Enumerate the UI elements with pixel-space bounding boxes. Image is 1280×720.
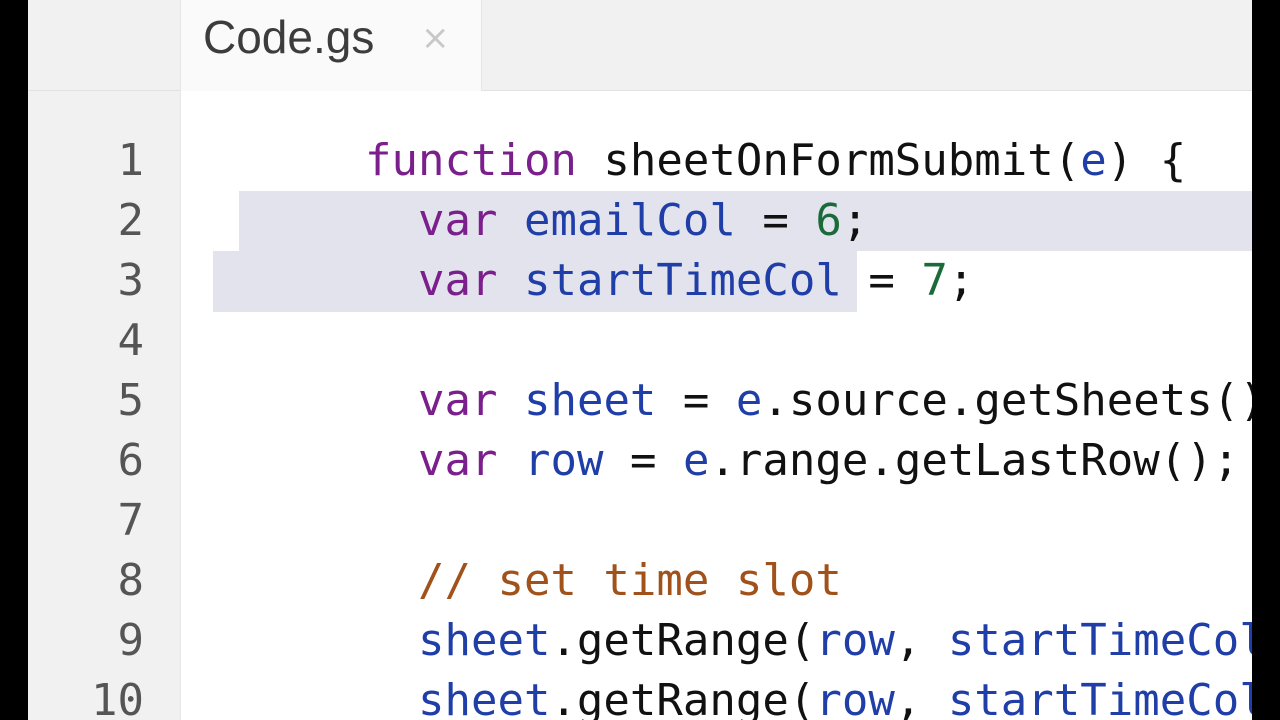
- code-token: .getRange(: [550, 615, 816, 666]
- identifier-token: e: [735, 375, 763, 426]
- code-line: var startTimeCol = 7;: [365, 251, 974, 311]
- code-line: sheet.getRange(row, startTimeCol).s: [365, 611, 1252, 671]
- code-token: sheetOnFormSubmit(: [576, 135, 1081, 186]
- code-token: =: [841, 255, 922, 306]
- code-line: var sheet = e.source.getSheets()[0]: [365, 371, 1252, 431]
- line-number: 8: [117, 555, 145, 606]
- identifier-token: startTimeCol: [523, 255, 842, 306]
- line-number-gutter: 1 2 3 4 5 6 7 8 9 10: [28, 91, 180, 720]
- tab-label: Code.gs: [203, 11, 375, 63]
- keyword-token: function: [365, 135, 577, 186]
- code-token: ,: [894, 615, 948, 666]
- line-number: 9: [117, 615, 145, 666]
- identifier-token: emailCol: [523, 195, 736, 246]
- close-icon[interactable]: ×: [421, 14, 450, 62]
- code-line: sheet.getRange(row, startTimeCol +: [365, 671, 1252, 720]
- code-token: =: [656, 375, 736, 426]
- code-line: // set time slot: [365, 551, 842, 611]
- line-number: 2: [117, 195, 145, 246]
- number-token: 6: [815, 195, 842, 246]
- line-number: 7: [117, 495, 145, 546]
- keyword-token: var: [417, 195, 498, 246]
- code-token: ;: [947, 255, 975, 306]
- line-number: 10: [91, 675, 144, 720]
- code-token: ,: [894, 675, 948, 720]
- identifier-token: row: [523, 435, 604, 486]
- script-editor-window: Code.gs × 1 2 3 4 5 6 7 8 9 10 function …: [28, 0, 1252, 720]
- identifier-token: startTimeCol: [947, 615, 1252, 666]
- code-token: .source.getSheets()[: [762, 375, 1252, 426]
- identifier-token: sheet: [523, 375, 657, 426]
- code-token: ) {: [1106, 135, 1187, 186]
- identifier-token: sheet: [417, 615, 551, 666]
- line-number: 3: [117, 255, 145, 306]
- code-line: var emailCol = 6;: [365, 191, 868, 251]
- line-number: 6: [117, 435, 145, 486]
- number-token: 7: [921, 255, 948, 306]
- keyword-token: var: [417, 375, 498, 426]
- identifier-token: row: [815, 615, 895, 666]
- identifier-token: e: [1080, 135, 1107, 186]
- keyword-token: var: [417, 435, 498, 486]
- code-token: =: [603, 435, 683, 486]
- code-token: .getRange(: [550, 675, 816, 720]
- identifier-token: sheet: [417, 675, 551, 720]
- code-token: ;: [841, 195, 869, 246]
- line-number: 5: [117, 375, 145, 426]
- code-token: .range.getLastRow();: [709, 435, 1240, 486]
- identifier-token: startTimeCol: [947, 675, 1252, 720]
- code-token: =: [735, 195, 816, 246]
- keyword-token: var: [417, 255, 498, 306]
- line-number: 4: [117, 315, 145, 366]
- identifier-token: e: [682, 435, 710, 486]
- code-editor[interactable]: function sheetOnFormSubmit(e) { var emai…: [180, 91, 1252, 720]
- line-number: 1: [117, 135, 145, 186]
- code-line: var row = e.range.getLastRow();: [365, 431, 1239, 491]
- tab-code-gs[interactable]: Code.gs ×: [180, 0, 482, 91]
- comment-token: // set time slot: [417, 555, 842, 606]
- identifier-token: row: [815, 675, 895, 720]
- file-tab-bar: Code.gs ×: [28, 0, 1252, 91]
- code-line: function sheetOnFormSubmit(e) {: [365, 131, 1186, 191]
